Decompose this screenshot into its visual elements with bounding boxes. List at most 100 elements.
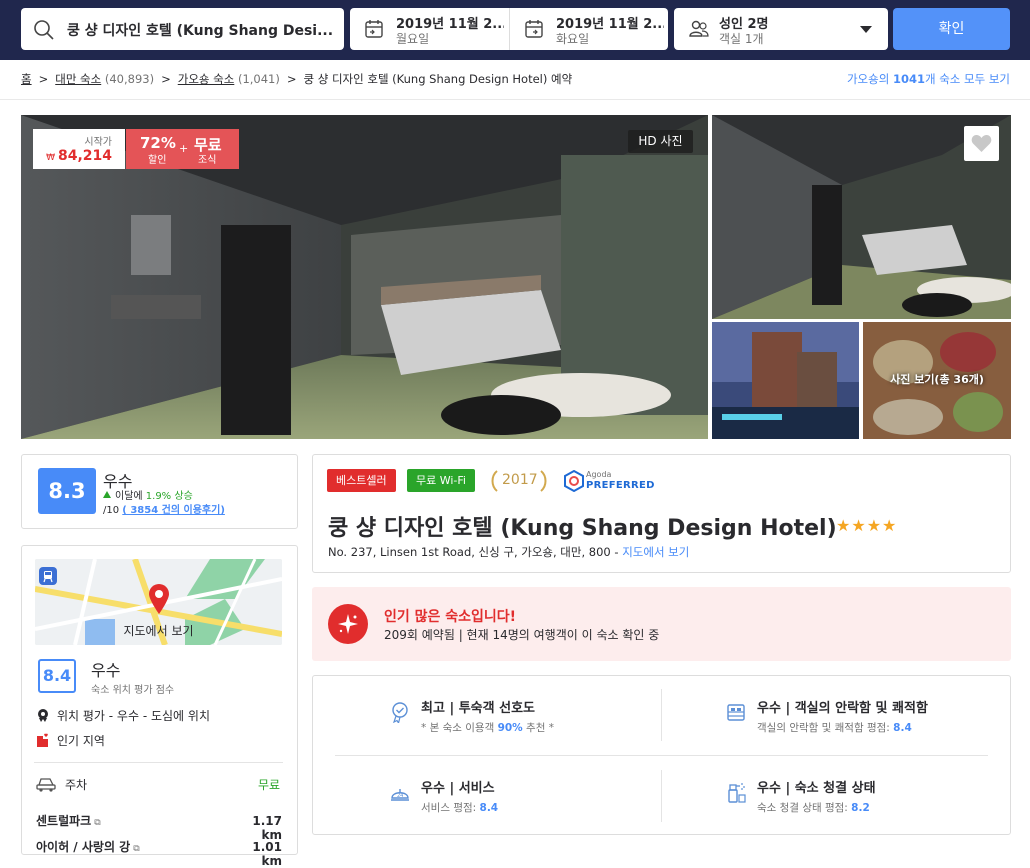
reviews-link[interactable]: ( 3854 건의 이용후기)	[122, 505, 225, 516]
popular-sub: 209회 예약됨 | 현재 14명의 여행객이 이 숙소 확인 중	[384, 628, 660, 642]
highlight-sub: 숙소 청결 상태 평점: 8.2	[757, 800, 876, 815]
breadcrumb-city-count: (1,041)	[237, 72, 280, 86]
guest-selector[interactable]: 성인 2명 객실 1개	[674, 8, 888, 50]
map-pin-icon	[148, 583, 170, 619]
breadcrumb-home[interactable]: 홈	[21, 72, 32, 86]
poi-item[interactable]: 아이허 / 사랑의 강 ⧉	[36, 838, 140, 855]
calendar-checkin-icon	[364, 19, 384, 43]
star-rating: ★★★★	[836, 516, 898, 535]
city-heart-icon	[36, 733, 50, 747]
location-sub: 숙소 위치 평가 점수	[91, 685, 175, 696]
breadcrumb-country-count: (40,893)	[104, 72, 155, 86]
map-view-label[interactable]: 지도에서 보기	[35, 622, 282, 639]
badge-check-icon	[389, 701, 411, 726]
divider	[661, 689, 662, 741]
highlight-title: 우수 | 객실의 안락함 및 쾌적함	[757, 701, 928, 716]
highlight-sub: 서비스 평점: 8.4	[421, 800, 498, 815]
highlight-title: 최고 | 투숙객 선호도	[421, 701, 536, 716]
highlight-title: 우수 | 서비스	[421, 781, 495, 796]
breadcrumb-separator: >	[38, 72, 49, 86]
rooms-count: 객실 1개	[719, 32, 764, 46]
review-trend: 이달에 1.9% 상승	[103, 487, 193, 502]
highlight-sub: * 본 숙소 이용객 90% 추천 *	[421, 720, 554, 735]
external-link-icon: ⧉	[94, 818, 101, 828]
highlight-sub-prefix: 객실의 안락함 및 쾌적함 평점:	[757, 722, 894, 734]
see-all-suffix: 개 숙소 모두 보기	[924, 72, 1010, 86]
highlight-cleanliness: 우수 | 숙소 청결 상태 숙소 청결 상태 평점: 8.2	[728, 777, 876, 815]
checkout-date[interactable]: 2019년 11월 2... 화요일	[509, 8, 668, 50]
popular-banner: 인기 많은 숙소입니다! 209회 예약됨 | 현재 14명의 여행객이 이 숙…	[312, 587, 1011, 661]
parking-label: 주차	[65, 778, 88, 792]
side-photo-exterior[interactable]	[712, 322, 859, 439]
divider	[34, 762, 283, 763]
highlight-service: 24 우수 | 서비스 서비스 평점: 8.4	[391, 777, 498, 815]
sparkle-icon	[328, 604, 368, 644]
checkout-day-text: 화요일	[556, 32, 590, 46]
see-all-hotels-link[interactable]: 가오숑의 1041개 숙소 모두 보기	[847, 71, 1010, 87]
hotel-address: No. 237, Linsen 1st Road, 신싱 구, 가오숑, 대만,…	[328, 544, 689, 560]
breadcrumb-separator: >	[286, 72, 297, 86]
hd-photo-tag[interactable]: HD 사진	[628, 130, 693, 153]
guests-icon	[688, 19, 710, 43]
map-link[interactable]: 지도에서 보기	[622, 545, 689, 559]
train-icon	[39, 567, 57, 585]
favorite-button[interactable]	[964, 126, 999, 161]
location-score: 8.4	[38, 659, 76, 693]
search-header: 쿵 샹 디자인 호텔 (Kung Shang Desi... 2019년 11월…	[0, 0, 1030, 60]
see-all-count: 1041	[892, 72, 925, 86]
free-wifi-badge: 무료 Wi-Fi	[407, 469, 475, 492]
search-icon	[33, 19, 55, 45]
discount-percent: 72%	[140, 134, 176, 152]
award-icon	[36, 708, 50, 722]
price-amount: 84,214	[57, 148, 112, 164]
highlight-sub-value: 8.4	[893, 722, 912, 734]
poi-item[interactable]: 센트럴파크 ⧉	[36, 812, 101, 829]
agoda-logo-icon	[564, 470, 584, 492]
agoda-text: Agoda	[586, 470, 612, 479]
breadcrumb: 홈 > 대만 숙소 (40,893) > 가오숑 숙소 (1,041) > 쿵 샹 디자인 …	[21, 71, 572, 87]
highlight-title: 우수 | 숙소 청결 상태	[757, 781, 876, 796]
checkin-date[interactable]: 2019년 11월 2... 월요일	[350, 8, 509, 50]
trend-up-icon	[103, 491, 111, 498]
parking-value: 무료	[258, 778, 281, 792]
confirm-button[interactable]: 확인	[893, 8, 1010, 50]
price-badge: 시작가 ₩84,214	[33, 129, 125, 169]
hotel-name: 쿵 샹 디자인 호텔 (Kung Shang Design Hotel)	[328, 516, 837, 541]
divider	[661, 770, 662, 822]
search-input[interactable]: 쿵 샹 디자인 호텔 (Kung Shang Desi...	[21, 8, 344, 50]
highlight-sub-prefix: * 본 숙소 이용객	[421, 722, 498, 734]
view-all-photos[interactable]: 사진 보기(총 36개)	[863, 371, 1011, 387]
highlight-guest-preference: 최고 | 투숙객 선호도 * 본 숙소 이용객 90% 추천 *	[392, 697, 554, 735]
calendar-checkout-icon	[524, 19, 544, 43]
location-highlight-text: 위치 평가 - 우수 - 도심에 위치	[57, 709, 210, 723]
review-scale: /10 ( 3854 건의 이용후기)	[103, 501, 225, 516]
discount-plus: +	[179, 142, 189, 155]
breakfast-label: 조식	[198, 155, 217, 166]
discount-label: 할인	[148, 155, 167, 166]
breadcrumb-separator: >	[161, 72, 171, 86]
date-picker[interactable]: 2019년 11월 2... 월요일 2019년 11월 2... 화요일	[350, 8, 668, 50]
breadcrumb-country[interactable]: 대만 숙소	[55, 72, 101, 86]
address-text: No. 237, Linsen 1st Road, 신싱 구, 가오숑, 대만,…	[328, 545, 623, 559]
popular-area-text: 인기 지역	[57, 734, 105, 748]
heart-icon	[971, 134, 992, 152]
preferred-text: PREFERRED	[586, 480, 655, 491]
breadcrumb-city[interactable]: 가오숑 숙소	[178, 72, 235, 86]
award-year: 2017	[502, 472, 538, 488]
location-highlight: 위치 평가 - 우수 - 도심에 위치	[36, 707, 210, 724]
highlight-sub-value: 8.4	[479, 802, 499, 814]
price-label: 시작가	[84, 137, 112, 148]
highlight-room-comfort: 우수 | 객실의 안락함 및 쾌적함 객실의 안락함 및 쾌적함 평점: 8.4	[727, 697, 928, 735]
bed-icon	[725, 701, 747, 726]
highlight-sub-value: 8.2	[851, 802, 870, 814]
review-score: 8.3	[38, 468, 96, 514]
highlight-sub: 객실의 안락함 및 쾌적함 평점: 8.4	[757, 720, 928, 735]
location-label: 우수	[91, 661, 121, 680]
breadcrumb-current: 쿵 샹 디자인 호텔 (Kung Shang Design Hotel) 예약	[303, 72, 573, 86]
poi-name: 아이허 / 사랑의 강	[36, 840, 131, 854]
highlight-sub-prefix: 숙소 청결 상태 평점:	[757, 802, 852, 814]
popular-title: 인기 많은 숙소입니다!	[384, 609, 517, 625]
parking: 주차	[36, 776, 87, 795]
highlight-sub-value: 90%	[497, 722, 523, 734]
car-icon	[36, 776, 58, 795]
